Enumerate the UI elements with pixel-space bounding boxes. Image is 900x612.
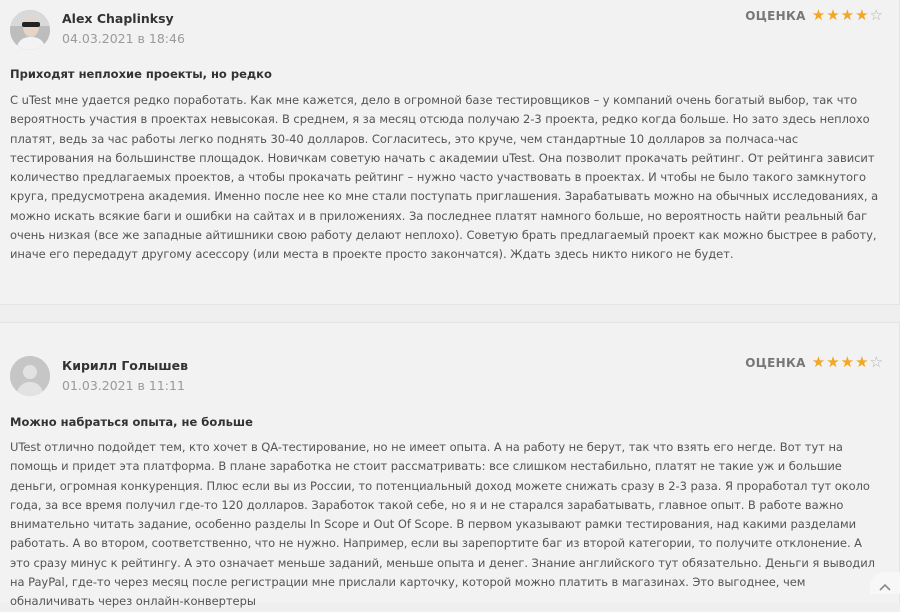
user-photo-icon (10, 10, 50, 50)
rating-stars: ★ ★ ★ ★ ☆ (812, 355, 883, 370)
avatar[interactable] (10, 10, 50, 50)
review-title: Можно набраться опыта, не больше (10, 415, 253, 429)
author-name[interactable]: Кирилл Голышев (62, 358, 188, 373)
scroll-to-top-button[interactable] (870, 572, 900, 594)
user-placeholder-icon (10, 356, 50, 396)
star-filled-icon: ★ (855, 353, 869, 371)
star-filled-icon: ★ (840, 353, 855, 371)
chevron-up-icon (879, 583, 891, 591)
star-empty-icon: ☆ (869, 6, 883, 24)
star-filled-icon: ★ (826, 6, 840, 24)
star-filled-icon: ★ (811, 6, 826, 24)
star-filled-icon: ★ (826, 353, 840, 371)
review-date: 04.03.2021 в 18:46 (62, 31, 185, 46)
star-empty-icon: ☆ (869, 353, 883, 371)
review-card: Alex Chaplinksy 04.03.2021 в 18:46 ОЦЕНК… (0, 0, 900, 305)
rating-label: ОЦЕНКА (745, 8, 806, 23)
review-text: С uTest мне удается редко поработать. Ка… (10, 93, 879, 262)
review-date: 01.03.2021 в 11:11 (62, 378, 185, 393)
rating: ОЦЕНКА ★ ★ ★ ★ ☆ (745, 355, 883, 370)
star-filled-icon: ★ (855, 6, 869, 24)
author-name[interactable]: Alex Chaplinksy (62, 11, 174, 26)
avatar[interactable] (10, 356, 50, 396)
rating: ОЦЕНКА ★ ★ ★ ★ ☆ (745, 8, 883, 23)
review-title: Приходят неплохие проекты, но редко (10, 67, 272, 81)
star-filled-icon: ★ (840, 6, 855, 24)
star-filled-icon: ★ (811, 353, 826, 371)
review-text: UTest отлично подойдет тем, кто хочет в … (10, 440, 875, 609)
rating-label: ОЦЕНКА (745, 355, 806, 370)
review-card: Кирилл Голышев 01.03.2021 в 11:11 ОЦЕНКА… (0, 322, 900, 608)
rating-stars: ★ ★ ★ ★ ☆ (812, 8, 883, 23)
